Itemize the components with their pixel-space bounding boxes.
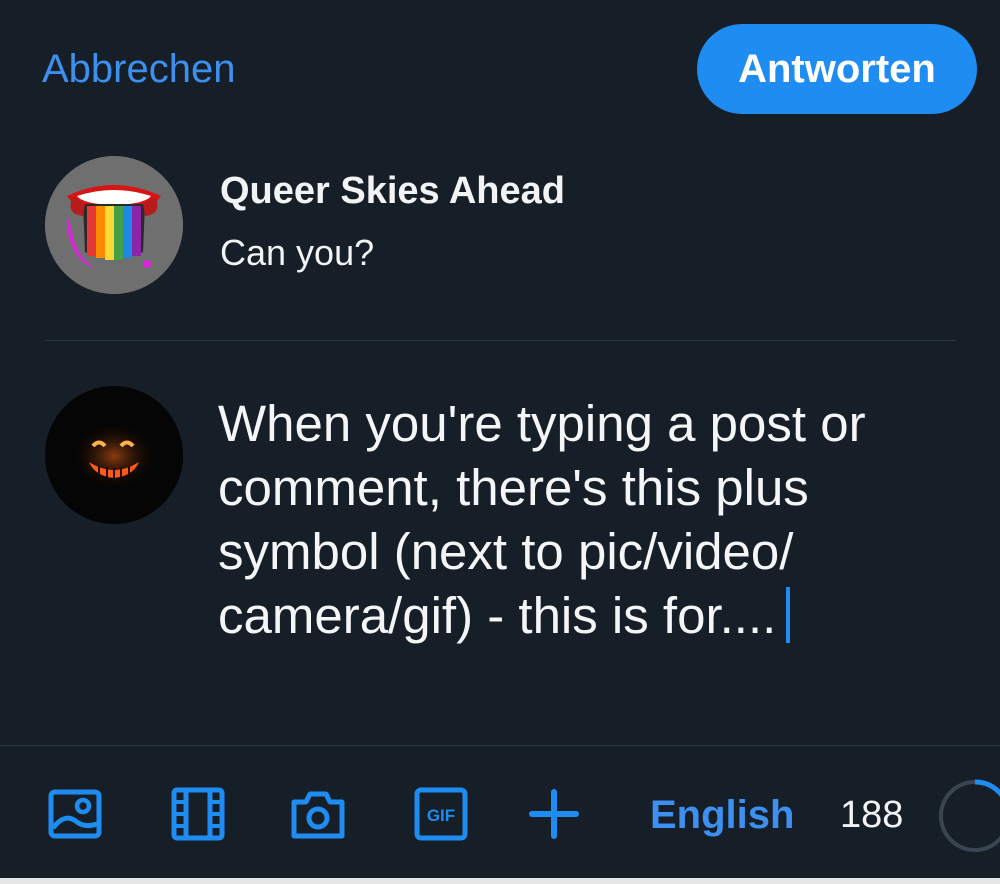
bottom-edge — [0, 878, 1000, 884]
compose-input[interactable]: When you're typing a post or comment, th… — [218, 392, 978, 648]
section-divider — [45, 340, 956, 341]
language-selector[interactable]: English — [650, 790, 794, 840]
text-caret — [786, 587, 791, 643]
my-avatar — [45, 386, 183, 524]
svg-text:GIF: GIF — [427, 806, 455, 825]
composer-toolbar: GIF English 188 — [0, 746, 1000, 884]
parent-author-avatar[interactable] — [45, 156, 183, 294]
composer-header: Abbrechen Antworten — [0, 0, 1000, 140]
character-progress-ring — [939, 779, 1000, 852]
compose-area: When you're typing a post or comment, th… — [0, 350, 1000, 740]
compose-input-text: When you're typing a post or comment, th… — [218, 395, 866, 644]
rainbow-tongue-avatar-image — [45, 156, 183, 294]
video-icon[interactable] — [170, 786, 226, 842]
parent-post: Queer Skies Ahead Can you? — [0, 150, 1000, 310]
parent-author-name[interactable]: Queer Skies Ahead — [220, 168, 565, 214]
image-icon[interactable] — [47, 786, 103, 842]
plus-icon[interactable] — [526, 786, 582, 842]
reply-button[interactable]: Antworten — [697, 24, 977, 114]
character-counter: 188 — [840, 794, 904, 836]
parent-post-text: Can you? — [220, 232, 375, 273]
glowing-face-avatar-image — [45, 386, 183, 524]
cancel-button[interactable]: Abbrechen — [42, 44, 235, 94]
gif-icon[interactable]: GIF — [413, 786, 469, 842]
camera-icon[interactable] — [290, 786, 346, 842]
